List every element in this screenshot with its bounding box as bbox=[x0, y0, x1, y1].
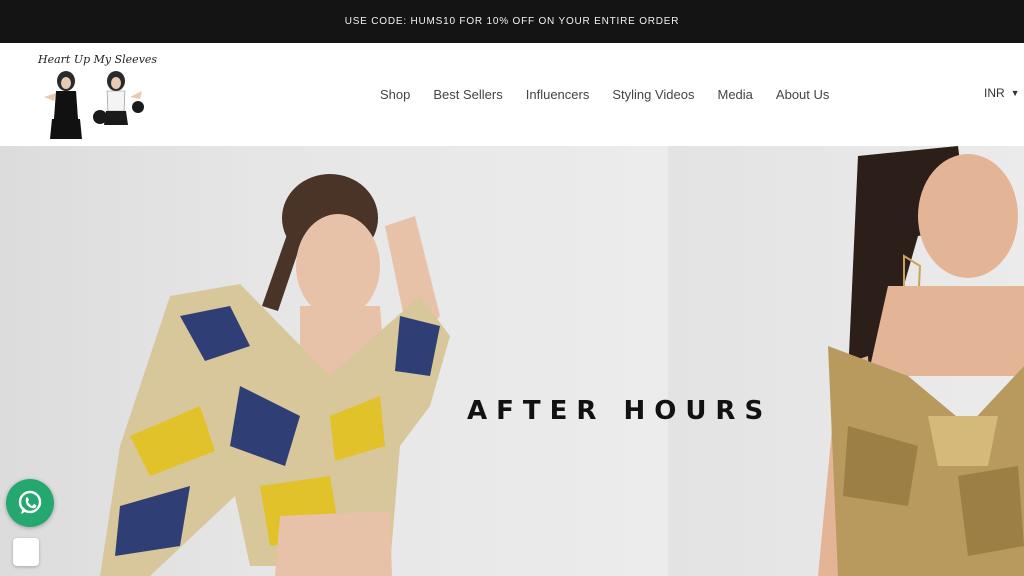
hero-title: AFTER HOURS bbox=[467, 396, 773, 426]
hero-banner[interactable]: AFTER HOURS bbox=[0, 146, 1024, 576]
hero-image-right bbox=[668, 146, 1024, 576]
logo-text: Heart Up My Sleeves bbox=[38, 53, 158, 66]
nav-shop[interactable]: Shop bbox=[380, 87, 410, 102]
chat-widget-button[interactable] bbox=[13, 538, 39, 566]
hero-image-left bbox=[0, 146, 668, 576]
currency-value: INR bbox=[984, 86, 1005, 100]
currency-selector[interactable]: INR ▼ bbox=[984, 86, 1024, 100]
chevron-down-icon: ▼ bbox=[1010, 88, 1020, 98]
site-header: Heart Up My Sleeves Shop Best Sellers In… bbox=[0, 43, 1024, 146]
nav-media[interactable]: Media bbox=[718, 87, 753, 102]
logo-illustration-icon bbox=[44, 71, 144, 139]
nav-about-us[interactable]: About Us bbox=[776, 87, 829, 102]
brand-logo[interactable]: Heart Up My Sleeves bbox=[30, 49, 158, 139]
whatsapp-button[interactable] bbox=[6, 479, 54, 527]
whatsapp-icon bbox=[18, 490, 42, 514]
main-nav: Shop Best Sellers Influencers Styling Vi… bbox=[380, 87, 852, 102]
nav-styling-videos[interactable]: Styling Videos bbox=[612, 87, 694, 102]
announcement-text: USE CODE: HUMS10 FOR 10% OFF ON YOUR ENT… bbox=[344, 16, 680, 27]
nav-best-sellers[interactable]: Best Sellers bbox=[433, 87, 502, 102]
nav-influencers[interactable]: Influencers bbox=[526, 87, 590, 102]
announcement-bar: USE CODE: HUMS10 FOR 10% OFF ON YOUR ENT… bbox=[0, 0, 1024, 43]
